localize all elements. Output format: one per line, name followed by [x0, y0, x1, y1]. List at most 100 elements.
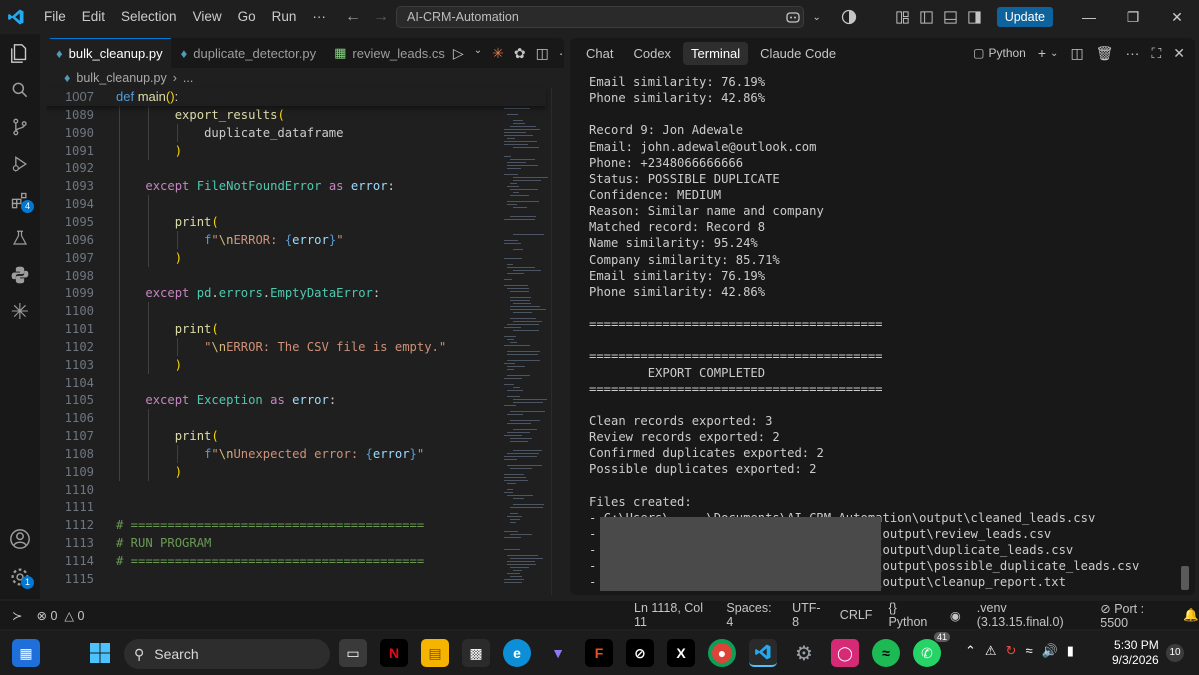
menu-more[interactable]: ··· [304, 0, 334, 34]
claude-action-icon[interactable]: ✳ [492, 45, 504, 62]
menu-run[interactable]: Run [264, 0, 305, 34]
minimap-line [510, 126, 537, 127]
vpn-tray-icon[interactable]: ⚠ [985, 643, 997, 659]
split-editor-icon[interactable]: ◫ [536, 45, 549, 62]
update-button[interactable]: Update [996, 7, 1053, 27]
chevron-down-icon[interactable]: ⌄ [1050, 48, 1058, 59]
toggle-secondary-sidebar-icon[interactable] [963, 5, 987, 29]
accounts-icon[interactable] [0, 520, 40, 557]
menu-edit[interactable]: Edit [74, 0, 113, 34]
minimize-icon[interactable]: — [1067, 0, 1111, 34]
windows-start-icon[interactable] [86, 639, 114, 667]
figma-icon[interactable]: F [585, 639, 613, 667]
openai-icon[interactable]: ✿ [514, 45, 526, 62]
settings-gear-icon[interactable]: 1 [0, 558, 40, 595]
notification-count-badge[interactable]: 10 [1166, 644, 1184, 662]
python-interpreter[interactable]: .venv (3.13.15.final.0) [977, 601, 1084, 629]
tab-claude-code[interactable]: Claude Code [752, 42, 844, 65]
tab-chat[interactable]: Chat [578, 42, 621, 65]
vscode-taskbar-icon[interactable] [749, 639, 777, 667]
volume-icon[interactable]: 🔊 [1042, 643, 1058, 659]
whatsapp-icon[interactable]: ✆ 41 [913, 632, 950, 667]
widgets-icon[interactable]: ▦ [12, 639, 40, 667]
store-icon[interactable]: ▩ [462, 639, 490, 667]
instagram-icon[interactable]: ◯ [831, 639, 859, 667]
trash-icon[interactable]: 🗑 [1096, 45, 1114, 62]
toggle-sidebar-icon[interactable] [915, 5, 939, 29]
clock[interactable]: 5:30 PM 9/3/2026 [1112, 638, 1159, 668]
close-icon[interactable]: ✕ [1155, 0, 1199, 34]
testing-icon[interactable] [0, 219, 40, 256]
sync-icon[interactable]: ↻ [1006, 643, 1017, 659]
layout-icon[interactable] [891, 5, 915, 29]
command-center-search[interactable]: AI-CRM-Automation [396, 6, 804, 28]
proton-vpn-icon[interactable]: ▼ [544, 639, 572, 667]
terminal-output[interactable]: Email similarity: 76.19% Phone similarity… [589, 74, 1189, 591]
chevron-down-icon[interactable]: ⌄ [474, 45, 482, 62]
split-terminal-icon[interactable]: ◫ [1070, 45, 1083, 62]
breadcrumb-file[interactable]: bulk_cleanup.py [76, 71, 166, 85]
chevron-down-icon[interactable]: ⌄ [805, 5, 829, 29]
back-icon[interactable]: ← [345, 8, 361, 26]
shell-label[interactable]: Python [989, 46, 1026, 60]
terminal-app-icon[interactable]: ⊘ [626, 639, 654, 667]
file-explorer-icon[interactable]: ▤ [421, 639, 449, 667]
wifi-icon[interactable]: ≈ [1025, 643, 1032, 659]
battery-icon[interactable]: ▮ [1067, 643, 1074, 659]
extensions-icon[interactable]: 4 [0, 182, 40, 219]
claude-icon[interactable]: ✳ [0, 293, 40, 330]
run-file-icon[interactable]: ▷ [453, 45, 464, 62]
breadcrumb-symbol[interactable]: ... [183, 71, 193, 85]
accounts-icon[interactable] [837, 5, 861, 29]
encoding[interactable]: UTF-8 [792, 601, 824, 629]
code-editor[interactable]: 1089 export_results( 1090 duplicate_data… [46, 106, 501, 588]
notifications-bell-icon[interactable]: 🔔 [1183, 608, 1199, 623]
python-icon[interactable] [0, 256, 40, 293]
x-icon[interactable]: X [667, 639, 695, 667]
explorer-icon[interactable] [0, 34, 40, 71]
task-view-icon[interactable]: ▭ [339, 639, 367, 667]
live-server-port[interactable]: ⊘ Port : 5500 [1100, 601, 1167, 630]
remote-icon[interactable]: ≻ [12, 608, 22, 623]
menu-selection[interactable]: Selection [113, 0, 185, 34]
taskbar-search[interactable]: ⚲ Search [124, 639, 330, 669]
spotify-icon[interactable]: ≈ [872, 639, 900, 667]
terminal-scrollbar[interactable] [1181, 566, 1189, 590]
tab-codex[interactable]: Codex [625, 42, 679, 65]
editor-scrollbar[interactable] [551, 88, 564, 595]
tab-duplicate-detector[interactable]: ♦ duplicate_detector.py [171, 38, 325, 68]
minimap[interactable] [504, 88, 554, 588]
menu-file[interactable]: File [36, 0, 74, 34]
tab-terminal[interactable]: Terminal [683, 41, 749, 65]
netflix-icon[interactable]: N [380, 639, 408, 667]
add-terminal-icon[interactable]: + [1038, 45, 1046, 61]
toggle-panel-icon[interactable] [939, 5, 963, 29]
copilot-status-icon[interactable]: ◉ [950, 608, 961, 623]
source-control-icon[interactable] [0, 108, 40, 145]
chrome-icon[interactable]: ● [708, 639, 736, 667]
maximize-panel-icon[interactable]: ⛶ [1151, 45, 1161, 62]
problems-indicator[interactable]: ⊗ 0 △ 0 [36, 608, 84, 623]
settings-app-icon[interactable]: ⚙ [790, 639, 818, 667]
minimap-line [513, 387, 520, 388]
close-panel-icon[interactable]: ✕ [1173, 45, 1185, 62]
sticky-scroll[interactable]: 1007 def main(): [46, 88, 546, 106]
vscode-logo-icon[interactable] [0, 0, 32, 34]
more-actions-icon[interactable]: ··· [1125, 45, 1139, 61]
language-mode[interactable]: {} Python [888, 601, 933, 629]
cursor-position[interactable]: Ln 1118, Col 11 [634, 601, 710, 629]
forward-icon[interactable]: → [373, 8, 389, 26]
tab-bulk-cleanup[interactable]: ♦ bulk_cleanup.py [46, 38, 171, 68]
run-debug-icon[interactable] [0, 145, 40, 182]
chevron-up-icon[interactable]: ⌃ [965, 643, 976, 659]
tab-review-leads[interactable]: ▦ review_leads.cs [324, 38, 453, 68]
restore-icon[interactable]: ❐ [1111, 0, 1155, 34]
end-of-line[interactable]: CRLF [840, 608, 873, 622]
copilot-icon[interactable] [781, 5, 805, 29]
search-icon[interactable] [0, 71, 40, 108]
indentation[interactable]: Spaces: 4 [726, 601, 776, 629]
menu-go[interactable]: Go [230, 0, 264, 34]
edge-icon[interactable]: e [503, 639, 531, 667]
menu-view[interactable]: View [185, 0, 230, 34]
more-actions-icon[interactable]: ··· [559, 45, 564, 62]
